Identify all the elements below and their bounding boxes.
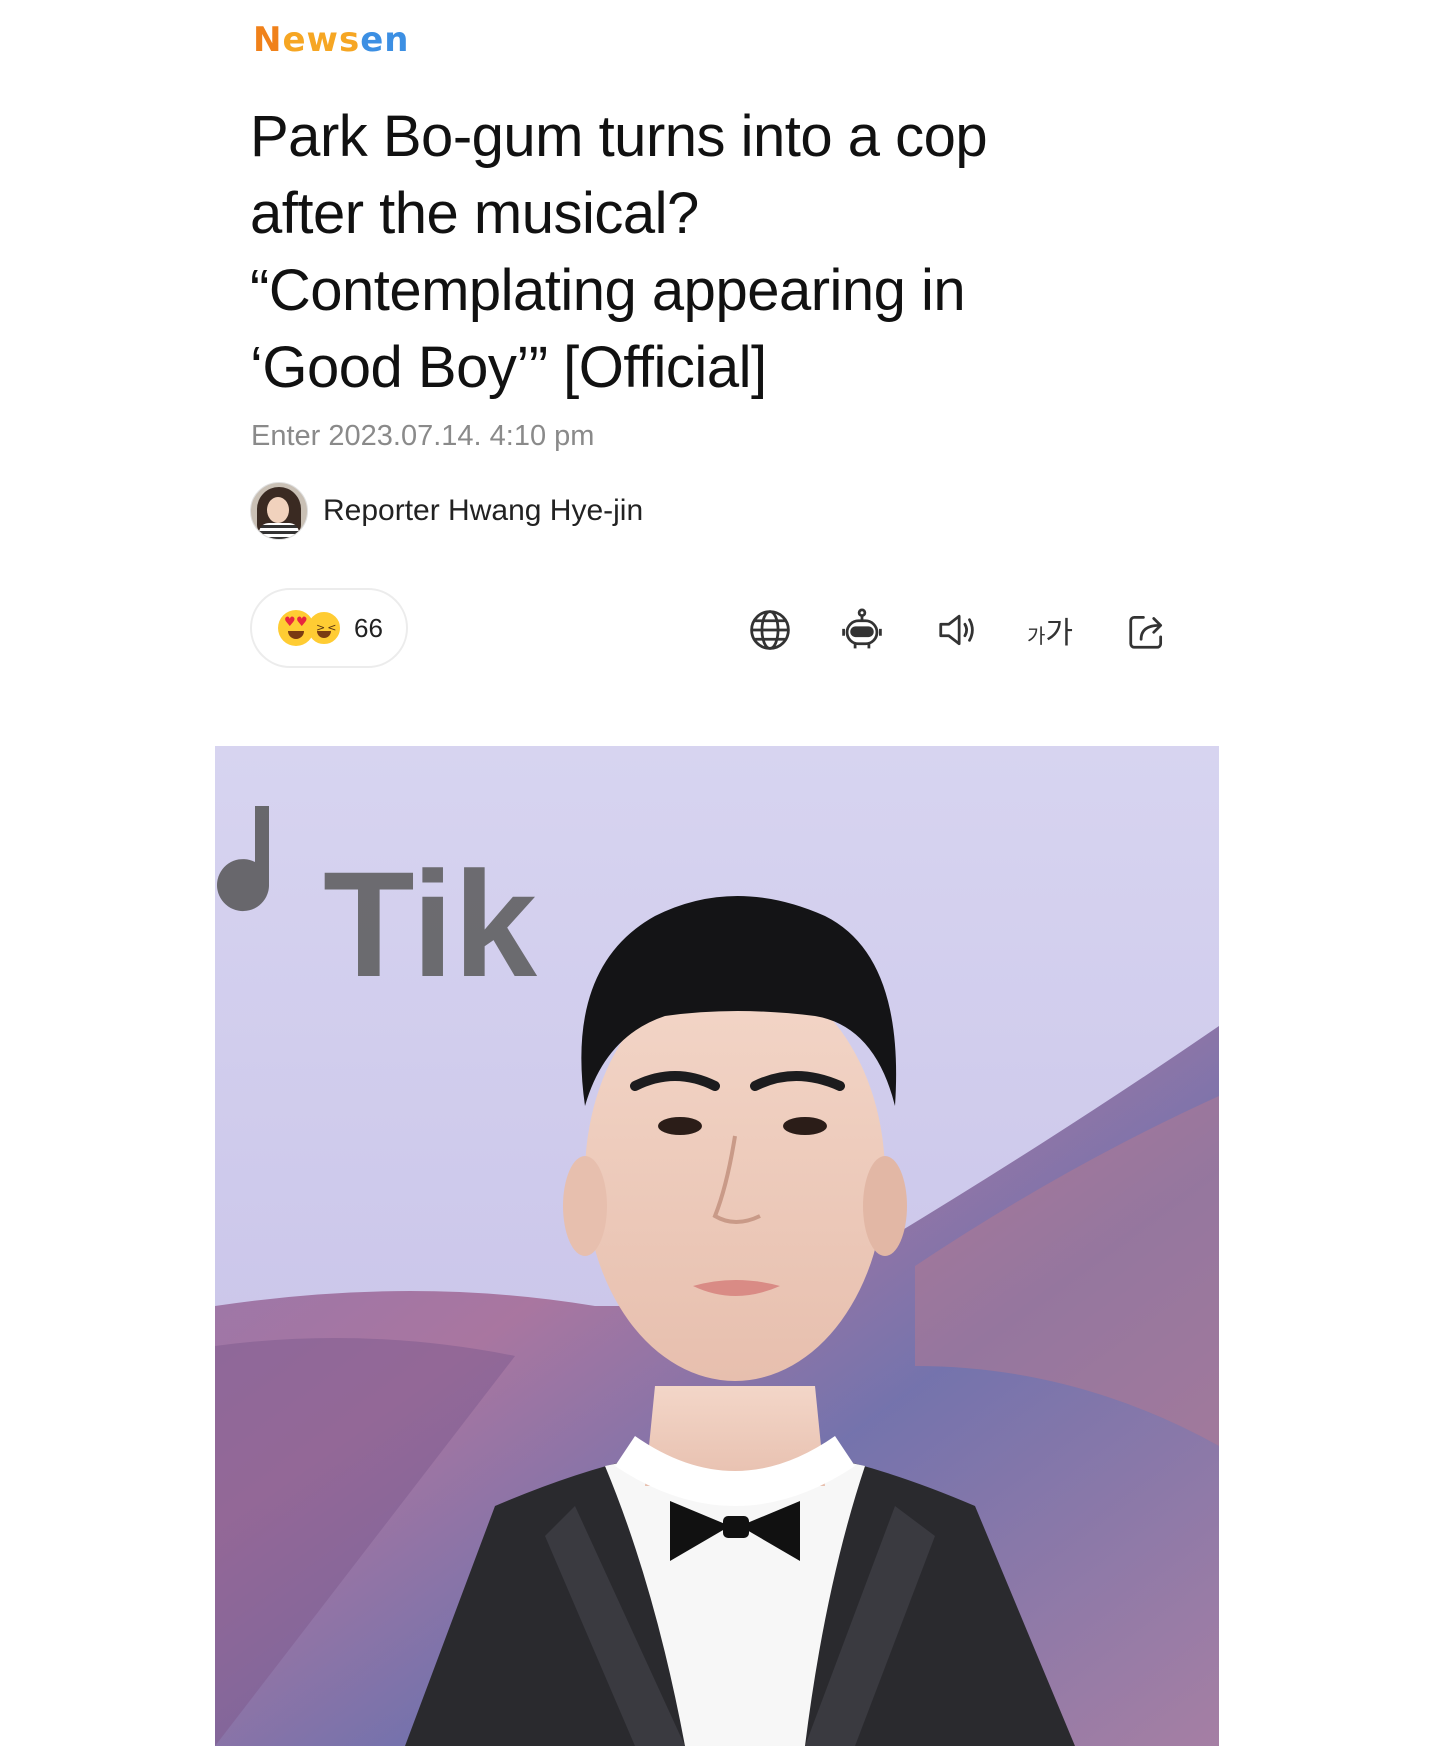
article-toolbar: 가가 bbox=[0, 602, 1440, 658]
photo-illustration: Tik bbox=[215, 746, 1219, 1746]
headline-line: “Contemplating appearing in bbox=[250, 258, 966, 323]
ai-summary-button[interactable] bbox=[834, 602, 890, 658]
globe-icon bbox=[750, 610, 790, 650]
date-value: 2023.07.14. 4:10 pm bbox=[328, 420, 595, 452]
reporter-avatar bbox=[250, 482, 308, 540]
reporter-byline[interactable]: Reporter Hwang Hye-jin bbox=[250, 482, 643, 540]
date-label: Enter bbox=[251, 420, 321, 452]
backdrop-text: Tik bbox=[323, 840, 538, 1008]
newsen-logo[interactable]: Newsen bbox=[253, 20, 409, 60]
article-headline: Park Bo-gum turns into a cop after the m… bbox=[250, 98, 1130, 406]
font-size-icon: 가가 bbox=[1026, 616, 1073, 651]
reporter-name: Reporter Hwang Hye-jin bbox=[323, 494, 644, 527]
share-icon bbox=[1129, 615, 1163, 649]
translate-button[interactable] bbox=[742, 602, 798, 658]
headline-line: Park Bo-gum turns into a cop bbox=[250, 104, 988, 169]
heart-eyes-emoji-icon bbox=[278, 610, 314, 646]
logo-part-1: N bbox=[253, 20, 283, 60]
speaker-icon bbox=[939, 614, 974, 646]
listen-button[interactable] bbox=[930, 602, 986, 658]
headline-line: ‘Good Boy’” [Official] bbox=[250, 335, 767, 400]
article-photo: Tik bbox=[215, 746, 1219, 1746]
share-button[interactable] bbox=[1120, 602, 1176, 658]
font-size-button[interactable]: 가가 bbox=[1022, 602, 1078, 658]
logo-part-3: en bbox=[360, 20, 410, 60]
robot-icon bbox=[842, 608, 882, 649]
headline-line: after the musical? bbox=[250, 181, 699, 246]
article-dateline: Enter 2023.07.14. 4:10 pm bbox=[251, 420, 594, 453]
logo-part-2: ews bbox=[282, 20, 361, 60]
